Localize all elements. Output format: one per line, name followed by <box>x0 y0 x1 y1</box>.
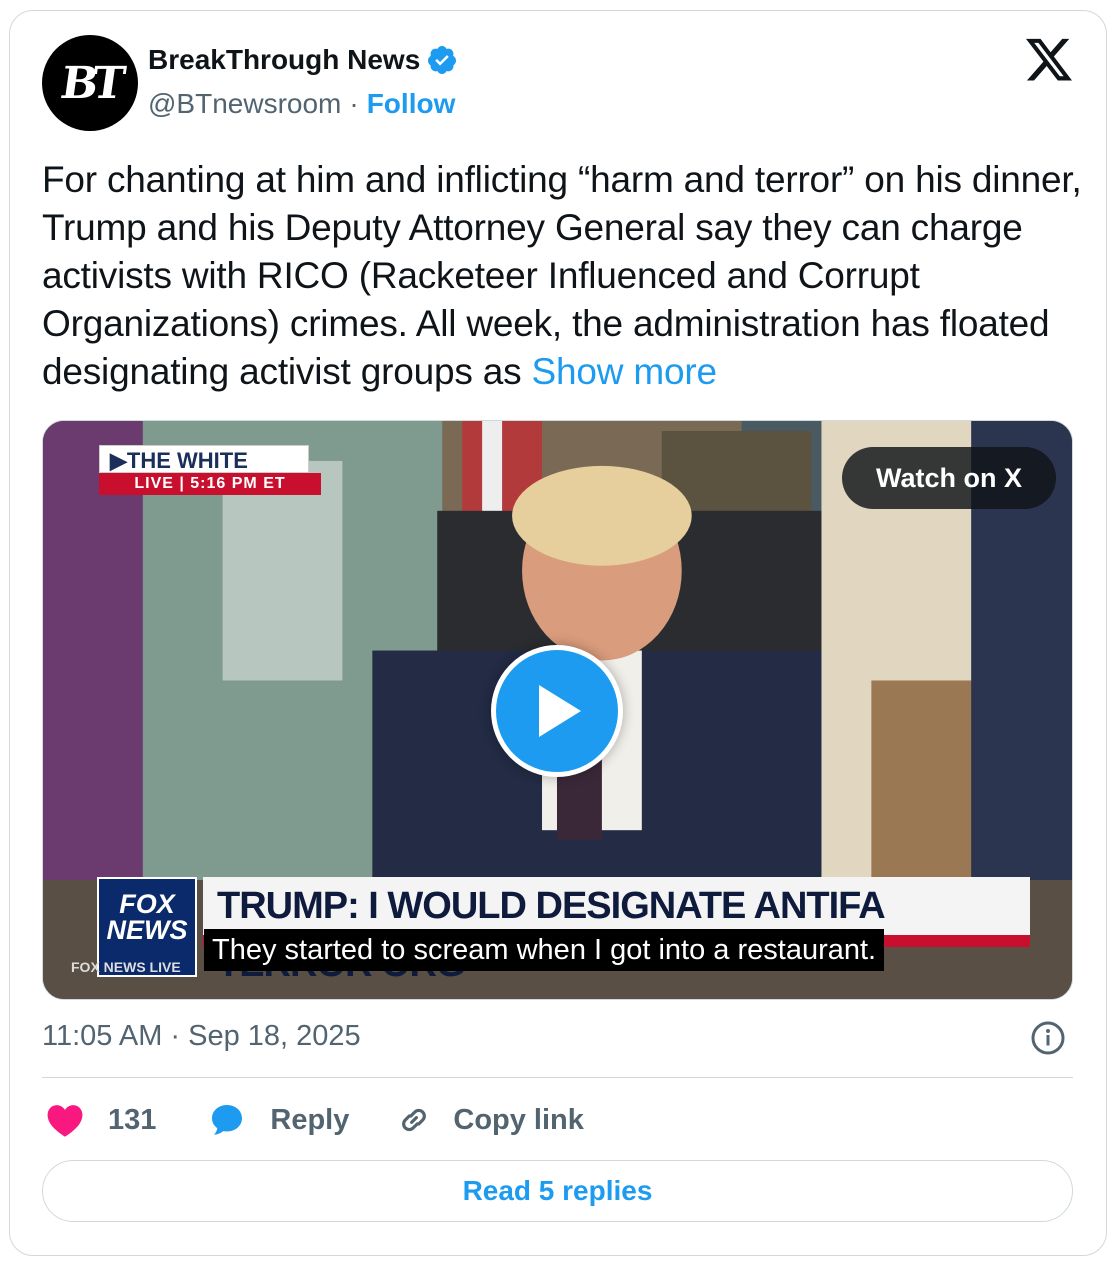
watch-on-x-button[interactable]: Watch on X <box>842 447 1056 509</box>
copy-link-button[interactable]: Copy link <box>395 1101 584 1139</box>
white-house-badge: ▶THE WHITE HOUSE <box>99 445 309 499</box>
follow-button[interactable]: Follow <box>367 88 456 120</box>
like-button[interactable]: 131 <box>46 1102 208 1138</box>
x-logo-icon[interactable] <box>1026 38 1072 82</box>
author-avatar[interactable]: BT <box>42 35 138 131</box>
video-caption: They started to scream when I got into a… <box>204 929 885 971</box>
separator-dot: · <box>349 88 359 119</box>
reply-button[interactable]: Reply <box>208 1102 395 1138</box>
author-name[interactable]: BreakThrough News <box>148 44 420 76</box>
live-time-badge: LIVE | 5:16 PM ET <box>99 473 321 495</box>
play-button[interactable] <box>491 645 623 777</box>
action-bar: 131 Reply Copy link <box>46 1098 584 1142</box>
author-name-row: BreakThrough News <box>148 44 458 76</box>
heart-icon <box>47 1105 83 1137</box>
show-more-link[interactable]: Show more <box>531 351 717 392</box>
verified-badge-icon <box>428 46 457 74</box>
avatar-logo-text: BT <box>57 57 123 109</box>
copy-link-label: Copy link <box>453 1103 584 1136</box>
tweet-timestamp[interactable]: 11:05 AM · Sep 18, 2025 <box>42 1020 361 1053</box>
video-player[interactable]: ▶THE WHITE HOUSE LIVE | 5:16 PM ET Watch… <box>42 420 1073 1000</box>
handle-row: @BTnewsroom · Follow <box>148 88 455 120</box>
play-icon <box>539 685 581 737</box>
author-handle[interactable]: @BTnewsroom <box>148 88 341 120</box>
link-icon <box>402 1108 427 1132</box>
reply-label: Reply <box>270 1103 350 1136</box>
read-replies-button[interactable]: Read 5 replies <box>42 1160 1073 1222</box>
info-icon[interactable] <box>1030 1020 1066 1056</box>
fox-news-live-label: FOX NEWS LIVE <box>71 959 181 975</box>
divider <box>42 1077 1073 1078</box>
like-count: 131 <box>108 1103 157 1136</box>
tweet-body: For chanting at him and inflicting “harm… <box>42 156 1082 396</box>
reply-bubble-icon <box>212 1105 243 1135</box>
